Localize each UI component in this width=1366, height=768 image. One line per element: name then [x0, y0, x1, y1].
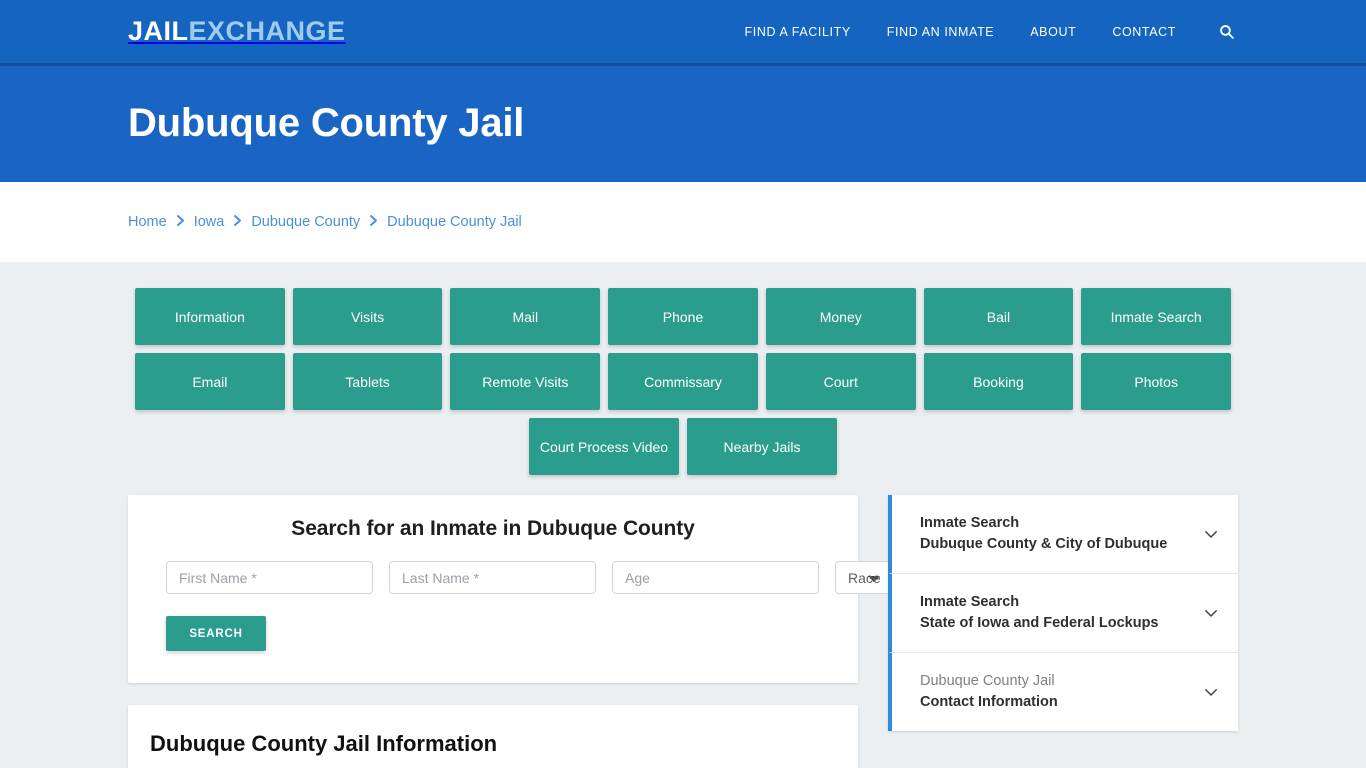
nav-button-court[interactable]: Court: [765, 353, 916, 410]
chevron-down-icon: [1202, 604, 1220, 622]
breadcrumb-item-dubuque-county-jail[interactable]: Dubuque County Jail: [387, 214, 522, 230]
sidebar-column: Inmate Search Dubuque County & City of D…: [888, 495, 1238, 732]
nav-button-nearby-jails[interactable]: Nearby Jails: [687, 418, 837, 475]
facility-nav-row-2: Email Tablets Remote Visits Commissary C…: [135, 353, 1232, 410]
inmate-search-card: Search for an Inmate in Dubuque County R…: [128, 495, 894, 683]
nav-button-phone[interactable]: Phone: [608, 288, 758, 345]
nav-button-tablets[interactable]: Tablets: [292, 353, 443, 410]
facility-nav-row-1: Information Visits Mail Phone Money Bail…: [135, 288, 1232, 345]
main-nav: FIND A FACILITY FIND AN INMATE ABOUT CON…: [745, 0, 1236, 63]
inmate-search-title: Search for an Inmate in Dubuque County: [291, 517, 695, 540]
nav-button-money[interactable]: Money: [765, 288, 916, 345]
accordion-item-inmate-search-county[interactable]: Inmate Search Dubuque County & City of D…: [888, 495, 1238, 575]
jail-information-title: Dubuque County Jail Information: [150, 731, 498, 756]
accordion-item-text: Dubuque County Jail Contact Information: [920, 671, 1058, 713]
nav-button-photos[interactable]: Photos: [1081, 353, 1232, 410]
jail-information-card: Dubuque County Jail Information: [128, 705, 858, 768]
nav-button-information[interactable]: Information: [135, 288, 285, 345]
accordion-item-contact-information[interactable]: Dubuque County Jail Contact Information: [888, 653, 1238, 732]
accordion-item-text: Inmate Search Dubuque County & City of D…: [920, 513, 1167, 555]
accordion-line-2: Dubuque County & City of Dubuque: [920, 536, 1168, 553]
accordion-line-2: Contact Information: [920, 694, 1058, 711]
accordion-line-1: Inmate Search: [920, 515, 1020, 531]
nav-item-find-a-facility[interactable]: FIND A FACILITY: [745, 25, 851, 39]
main-column: Search for an Inmate in Dubuque County R…: [128, 495, 894, 768]
logo-text-primary: JAIL: [128, 16, 189, 46]
inmate-search-fields: Race: [148, 561, 894, 594]
nav-button-visits[interactable]: Visits: [292, 288, 443, 345]
search-icon[interactable]: [1216, 22, 1236, 42]
nav-button-remote-visits[interactable]: Remote Visits: [450, 353, 601, 410]
page-hero: Dubuque County Jail: [0, 63, 1366, 182]
breadcrumb-band: Home Iowa Dubuque County Dubuque County …: [0, 182, 1366, 262]
nav-button-mail[interactable]: Mail: [450, 288, 601, 345]
nav-button-bail[interactable]: Bail: [923, 288, 1074, 345]
age-input[interactable]: [612, 561, 819, 594]
last-name-input[interactable]: [389, 561, 596, 594]
nav-button-inmate-search[interactable]: Inmate Search: [1081, 288, 1232, 345]
first-name-input[interactable]: [166, 561, 373, 594]
main-content: Information Visits Mail Phone Money Bail…: [0, 262, 1366, 768]
logo-text-secondary: EXCHANGE: [188, 16, 346, 46]
accordion-item-text: Inmate Search State of Iowa and Federal …: [920, 592, 1159, 634]
nav-item-find-an-inmate[interactable]: FIND AN INMATE: [887, 25, 994, 39]
breadcrumb-item-home[interactable]: Home: [128, 214, 167, 230]
lower-region: Search for an Inmate in Dubuque County R…: [128, 495, 1238, 768]
breadcrumb-separator-icon: [233, 214, 242, 230]
breadcrumb-item-iowa[interactable]: Iowa: [194, 214, 225, 230]
facility-nav-row-3: Court Process Video Nearby Jails: [135, 418, 1231, 475]
accordion-line-1: Dubuque County Jail: [920, 673, 1055, 690]
accordion-line-1: Inmate Search: [920, 594, 1020, 611]
accordion-item-inmate-search-state[interactable]: Inmate Search State of Iowa and Federal …: [888, 574, 1238, 654]
search-submit-button[interactable]: SEARCH: [166, 616, 266, 651]
nav-button-email[interactable]: Email: [135, 353, 285, 410]
site-logo[interactable]: JAILEXCHANGE: [128, 18, 346, 45]
nav-button-court-process-video[interactable]: Court Process Video: [529, 418, 679, 475]
nav-item-about[interactable]: ABOUT: [1030, 25, 1076, 39]
breadcrumb-separator-icon: [369, 214, 378, 230]
chevron-down-icon: [1202, 525, 1220, 543]
chevron-down-icon: [1202, 683, 1220, 701]
facility-nav-buttons: Information Visits Mail Phone Money Bail…: [135, 288, 1232, 475]
breadcrumb-item-dubuque-county[interactable]: Dubuque County: [251, 214, 360, 230]
breadcrumb-separator-icon: [176, 214, 185, 230]
nav-button-booking[interactable]: Booking: [923, 353, 1074, 410]
nav-item-contact[interactable]: CONTACT: [1112, 25, 1176, 39]
page-title: Dubuque County Jail: [128, 100, 525, 145]
site-header: JAILEXCHANGE FIND A FACILITY FIND AN INM…: [0, 0, 1366, 66]
race-select[interactable]: Race: [835, 561, 894, 594]
sidebar-accordion: Inmate Search Dubuque County & City of D…: [888, 495, 1238, 732]
nav-button-commissary[interactable]: Commissary: [608, 353, 758, 410]
breadcrumb: Home Iowa Dubuque County Dubuque County …: [128, 214, 522, 230]
accordion-line-2: State of Iowa and Federal Lockups: [920, 615, 1159, 632]
